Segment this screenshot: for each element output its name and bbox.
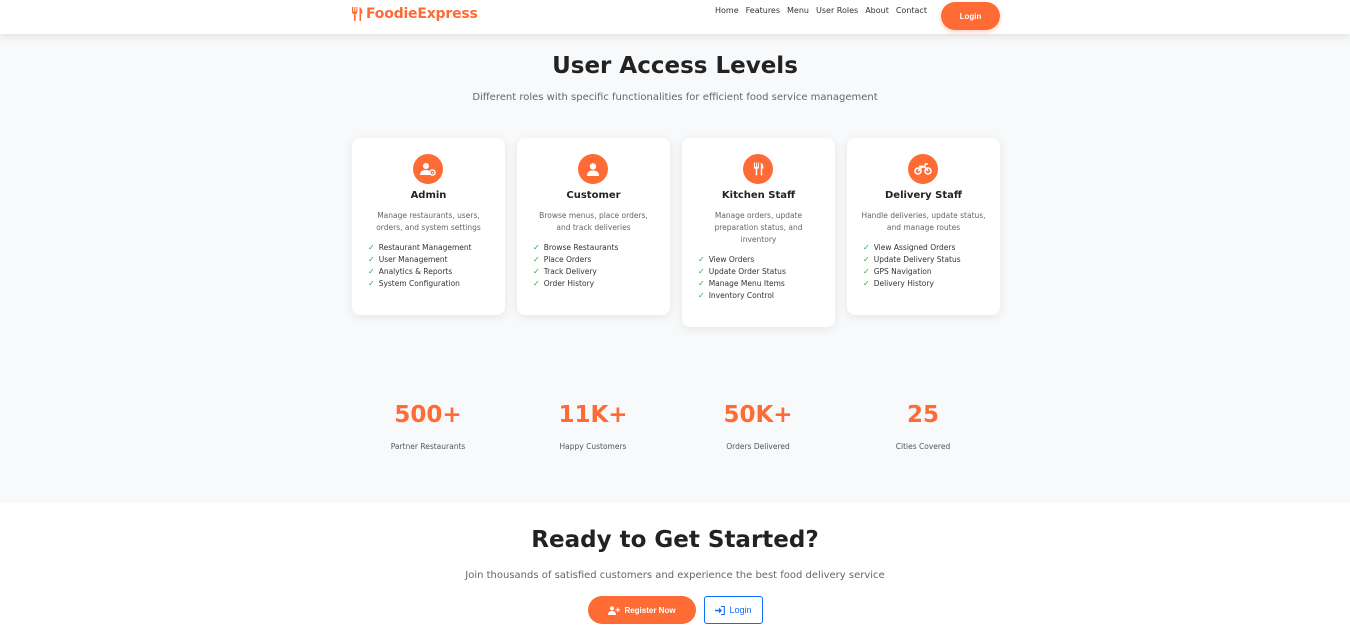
list-item: ✓ Analytics & Reports: [368, 267, 453, 276]
utensils-icon: [352, 7, 363, 21]
list-item: ✓ Delivery History: [863, 279, 934, 288]
check-icon: ✓: [533, 279, 540, 288]
brand-logo[interactable]: FoodieExpress: [351, 6, 478, 22]
navbar: FoodieExpress Home Features Menu User Ro…: [0, 0, 1350, 34]
role-description: Handle deliveries, update status, and ma…: [861, 211, 986, 232]
role-description: Browse menus, place orders, and track de…: [539, 211, 648, 232]
check-icon: ✓: [698, 255, 705, 264]
cta-login-button[interactable]: Login: [704, 596, 763, 624]
check-icon: ✓: [698, 267, 705, 276]
nav-link-user-roles[interactable]: User Roles: [816, 6, 858, 15]
check-icon: ✓: [863, 255, 870, 264]
role-description: Manage restaurants, users, orders, and s…: [376, 211, 481, 232]
nav-link-home[interactable]: Home: [715, 6, 739, 15]
list-item: ✓ Track Delivery: [533, 267, 597, 276]
roles-subtitle: Different roles with specific functional…: [472, 92, 878, 103]
nav-link-features[interactable]: Features: [746, 6, 780, 15]
list-item: ✓ User Management: [368, 255, 448, 264]
list-item: ✓ System Configuration: [368, 279, 460, 288]
stat-value-restaurants: 500+: [394, 402, 462, 428]
list-item: ✓ View Orders: [698, 255, 755, 264]
nav-link-about[interactable]: About: [865, 6, 889, 15]
list-item: ✓ Update Order Status: [698, 267, 786, 276]
check-icon: ✓: [368, 267, 375, 276]
stat-label-orders: Orders Delivered: [726, 442, 790, 451]
role-card-delivery-staff: Delivery Staff Handle deliveries, update…: [847, 138, 1000, 315]
list-item: ✓ Order History: [533, 279, 595, 288]
role-card-kitchen-staff: Kitchen Staff Manage orders, update prep…: [682, 138, 835, 327]
nav-login-button[interactable]: Login: [941, 2, 1000, 30]
list-item: ✓ Restaurant Management: [368, 243, 472, 252]
check-icon: ✓: [533, 255, 540, 264]
cta-login-label: Login: [729, 605, 752, 615]
role-name: Kitchen Staff: [721, 190, 796, 201]
check-icon: ✓: [863, 279, 870, 288]
list-item: ✓ Update Delivery Status: [863, 255, 961, 264]
check-icon: ✓: [368, 243, 375, 252]
user-cog-icon: [413, 154, 443, 184]
nav-link-menu[interactable]: Menu: [787, 6, 809, 15]
list-item: ✓ Place Orders: [533, 255, 592, 264]
utensils-icon: [743, 154, 773, 184]
stat-label-customers: Happy Customers: [559, 442, 627, 451]
register-button[interactable]: Register Now: [588, 596, 696, 624]
stat-value-cities: 25: [906, 402, 939, 428]
roles-title: User Access Levels: [552, 53, 798, 79]
nav-links: Home Features Menu User Roles About Cont…: [715, 6, 927, 15]
list-item: ✓ Inventory Control: [698, 291, 775, 300]
cta-subtitle: Join thousands of satisfied customers an…: [465, 570, 885, 581]
check-icon: ✓: [863, 243, 870, 252]
role-name: Admin: [410, 190, 447, 201]
check-icon: ✓: [698, 291, 705, 300]
brand-name: FoodieExpress: [366, 6, 478, 22]
motorcycle-icon: [908, 154, 938, 184]
role-name: Customer: [566, 190, 621, 201]
register-button-label: Register Now: [624, 605, 676, 615]
user-plus-icon: [608, 605, 621, 615]
role-description: Manage orders, update preparation status…: [714, 211, 803, 244]
list-item: ✓ Browse Restaurants: [533, 243, 619, 252]
nav-link-contact[interactable]: Contact: [896, 6, 927, 15]
check-icon: ✓: [533, 267, 540, 276]
stat-value-orders: 50K+: [723, 402, 793, 428]
role-feature-list: ✓ View Assigned Orders ✓ Update Delivery S…: [863, 242, 961, 290]
check-icon: ✓: [368, 279, 375, 288]
stat-label-cities: Cities Covered: [895, 442, 951, 451]
role-feature-list: ✓ View Orders ✓ Update Order Status ✓ Manag…: [698, 254, 786, 302]
check-icon: ✓: [368, 255, 375, 264]
role-name: Delivery Staff: [884, 190, 962, 201]
cta-title: Ready to Get Started?: [531, 527, 819, 553]
sign-in-icon: [715, 605, 726, 615]
role-card-customer: Customer Browse menus, place orders, and…: [517, 138, 670, 315]
list-item: ✓ Manage Menu Items: [698, 279, 785, 288]
list-item: ✓ View Assigned Orders: [863, 243, 956, 252]
check-icon: ✓: [533, 243, 540, 252]
role-feature-list: ✓ Restaurant Management ✓ User Management …: [368, 242, 472, 290]
stat-label-restaurants: Partner Restaurants: [390, 442, 466, 451]
role-card-admin: Admin Manage restaurants, users, orders,…: [352, 138, 505, 315]
check-icon: ✓: [698, 279, 705, 288]
check-icon: ✓: [863, 267, 870, 276]
role-feature-list: ✓ Browse Restaurants ✓ Place Orders ✓ Track…: [533, 242, 618, 290]
user-icon: [578, 154, 608, 184]
list-item: ✓ GPS Navigation: [863, 267, 932, 276]
stat-value-customers: 11K+: [558, 402, 628, 428]
